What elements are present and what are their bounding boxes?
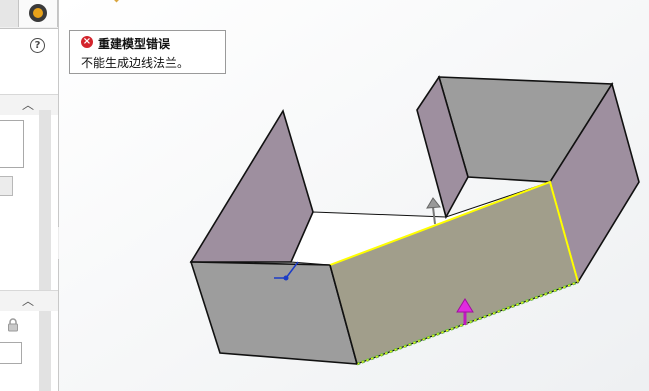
appearance-tab[interactable] xyxy=(19,0,58,27)
lock-icon[interactable] xyxy=(6,318,20,332)
error-message: 不能生成边线法兰。 xyxy=(81,56,190,70)
help-icon[interactable]: ? xyxy=(30,38,45,53)
selection-list-box[interactable] xyxy=(0,120,24,168)
part-icon xyxy=(111,0,122,3)
chevron-up-icon[interactable]: ︿ xyxy=(22,292,34,309)
property-manager-panel: ? ︿ ︿ xyxy=(0,0,59,391)
feature-breadcrumb[interactable] xyxy=(111,0,253,4)
chevron-up-icon[interactable]: ︿ xyxy=(22,96,34,113)
appearance-icon xyxy=(29,4,47,22)
small-button[interactable] xyxy=(0,176,13,196)
rebuild-error-tooltip: × 重建模型错误 不能生成边线法兰。 xyxy=(69,30,226,74)
error-title: 重建模型错误 xyxy=(98,37,171,51)
value-input[interactable] xyxy=(0,342,22,364)
panel-scrollbar[interactable] xyxy=(39,110,51,391)
section-header-2[interactable]: ︿ xyxy=(0,290,58,311)
panel-tab-strip xyxy=(0,0,58,29)
property-tab[interactable] xyxy=(0,0,19,27)
error-icon: × xyxy=(81,36,93,48)
